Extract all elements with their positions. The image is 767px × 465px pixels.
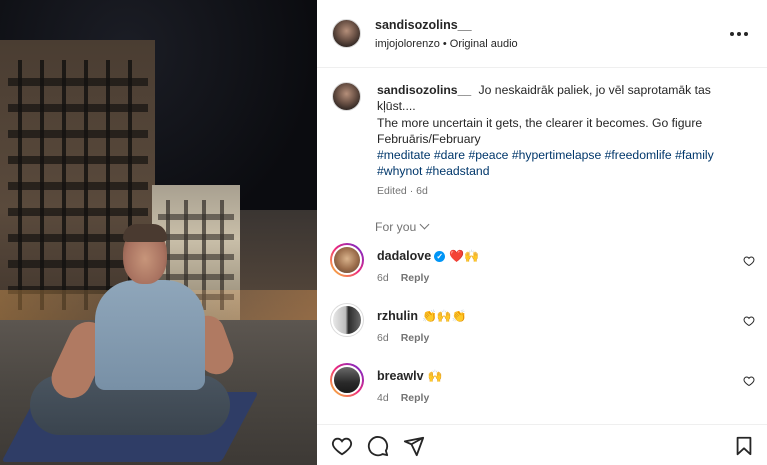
caption-hashtags[interactable]: #meditate #dare #peace #hypertimelapse #… <box>377 148 714 178</box>
for-you-label: For you <box>375 220 417 234</box>
comment-text: 🙌 <box>427 369 443 383</box>
comment-item: dadalove ✓ ❤️🙌 6d Reply <box>317 243 767 299</box>
post-header: sandisozolins__ imjojolorenzo • Original… <box>317 0 767 68</box>
comment-username[interactable]: dadalove <box>377 249 431 263</box>
heart-icon[interactable] <box>331 435 353 457</box>
comment-time: 6d <box>377 272 389 284</box>
caption-line-2: The more uncertain it gets, the clearer … <box>377 115 703 130</box>
like-comment-heart-icon[interactable] <box>743 315 755 327</box>
for-you-dropdown[interactable]: For you <box>375 219 430 234</box>
reply-button[interactable]: Reply <box>401 332 430 344</box>
person-torso <box>95 280 205 390</box>
person-hair <box>123 224 167 242</box>
comment-time: 4d <box>377 392 389 404</box>
comment-item: rzhulin 👏🙌👏 6d Reply <box>317 303 767 359</box>
owner-username[interactable]: sandisozolins__ <box>375 18 472 32</box>
comment-icon[interactable] <box>367 435 389 457</box>
owner-avatar[interactable] <box>332 19 361 48</box>
like-comment-heart-icon[interactable] <box>743 255 755 267</box>
action-bar <box>317 424 767 465</box>
comment-text: ❤️🙌 <box>449 249 480 263</box>
comment-avatar[interactable] <box>330 303 364 337</box>
chevron-down-icon <box>419 219 430 230</box>
post-media[interactable] <box>0 0 317 465</box>
post-sidebar: sandisozolins__ imjojolorenzo • Original… <box>317 0 767 465</box>
caption-avatar[interactable] <box>332 82 361 111</box>
bookmark-icon[interactable] <box>733 435 755 457</box>
comment-item: breawlv 🙌 4d Reply <box>317 363 767 419</box>
comment-time: 6d <box>377 332 389 344</box>
verified-badge-icon: ✓ <box>434 251 446 262</box>
comment-avatar[interactable] <box>330 363 364 397</box>
caption-line-3: Februāris/February <box>377 131 481 146</box>
reply-button[interactable]: Reply <box>401 392 430 404</box>
send-icon[interactable] <box>403 435 425 457</box>
caption-meta: Edited · 6d <box>377 185 428 197</box>
comment-username[interactable]: breawlv <box>377 369 424 383</box>
reply-button[interactable]: Reply <box>401 272 430 284</box>
audio-attribution[interactable]: imjojolorenzo • Original audio <box>375 38 518 50</box>
comment-avatar[interactable] <box>330 243 364 277</box>
post-caption: sandisozolins__ Jo neskaidrāk paliek, jo… <box>377 82 752 180</box>
caption-username[interactable]: sandisozolins__ <box>377 83 471 97</box>
comment-username[interactable]: rzhulin <box>377 309 418 323</box>
like-comment-heart-icon[interactable] <box>743 375 755 387</box>
more-horizontal-icon[interactable] <box>729 24 749 42</box>
comment-text: 👏🙌👏 <box>421 309 467 323</box>
